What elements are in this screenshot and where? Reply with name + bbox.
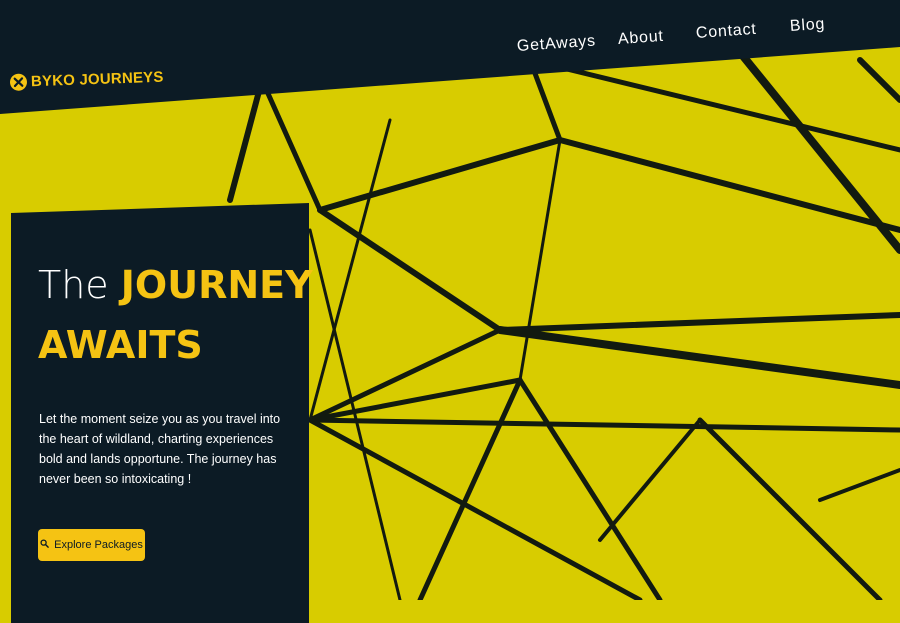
nav-link-blog[interactable]: Blog: [789, 16, 825, 36]
headline-accent-2: AWAITS: [38, 323, 203, 367]
explore-packages-label: Explore Packages: [54, 539, 143, 551]
search-icon: [40, 539, 49, 551]
headline-light: The: [38, 263, 109, 307]
compass-icon: [9, 73, 28, 91]
explore-packages-button[interactable]: Explore Packages: [38, 529, 145, 561]
nav-link-about[interactable]: About: [617, 28, 664, 49]
hero-description: Let the moment seize you as you travel i…: [39, 412, 281, 486]
headline-accent-1: JOURNEY: [120, 263, 313, 307]
hero-headline: The JOURNEY AWAITS: [38, 255, 313, 375]
